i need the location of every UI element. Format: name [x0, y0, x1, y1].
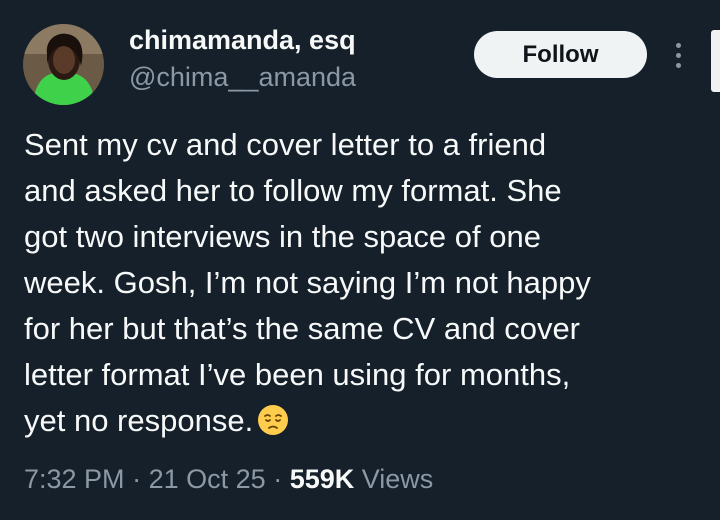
views-label[interactable]: Views — [362, 464, 434, 494]
tweet-meta: 7:32 PM · 21 Oct 25 · 559K Views — [24, 464, 433, 495]
tweet-text: Sent my cv and cover letter to a friend … — [24, 122, 714, 449]
author-handle[interactable]: @chima__amanda — [129, 62, 356, 93]
tweet-text-line: Sent my cv and cover letter to a friend — [24, 127, 547, 162]
avatar-image — [23, 24, 104, 105]
views-count[interactable]: 559K — [290, 464, 355, 494]
more-dot — [675, 62, 681, 68]
tweet-card: chimamanda, esq @chima__amanda Follow Se… — [0, 0, 720, 520]
pensive-face-icon — [257, 403, 289, 449]
more-vertical-icon[interactable] — [666, 37, 690, 73]
tweet-text-line: and asked her to follow my format. She — [24, 173, 562, 208]
follow-button[interactable]: Follow — [474, 31, 647, 78]
tweet-text-line: got two interviews in the space of one — [24, 219, 541, 254]
more-dot — [675, 52, 681, 58]
edge-divider — [711, 30, 720, 92]
tweet-text-line: week. Gosh, I’m not saying I’m not happy — [24, 265, 591, 300]
meta-separator: · — [273, 464, 283, 494]
meta-separator: · — [132, 464, 142, 494]
avatar[interactable] — [23, 24, 104, 105]
tweet-date[interactable]: 21 Oct 25 — [149, 464, 266, 494]
tweet-text-line-last: yet no response. — [24, 398, 714, 449]
tweet-time[interactable]: 7:32 PM — [24, 464, 125, 494]
more-dot — [675, 42, 681, 48]
tweet-text-line-content: yet no response. — [24, 403, 254, 438]
author-display-name[interactable]: chimamanda, esq — [129, 25, 356, 56]
tweet-text-line: for her but that’s the same CV and cover — [24, 311, 581, 346]
tweet-text-line: letter format I’ve been using for months… — [24, 357, 571, 392]
